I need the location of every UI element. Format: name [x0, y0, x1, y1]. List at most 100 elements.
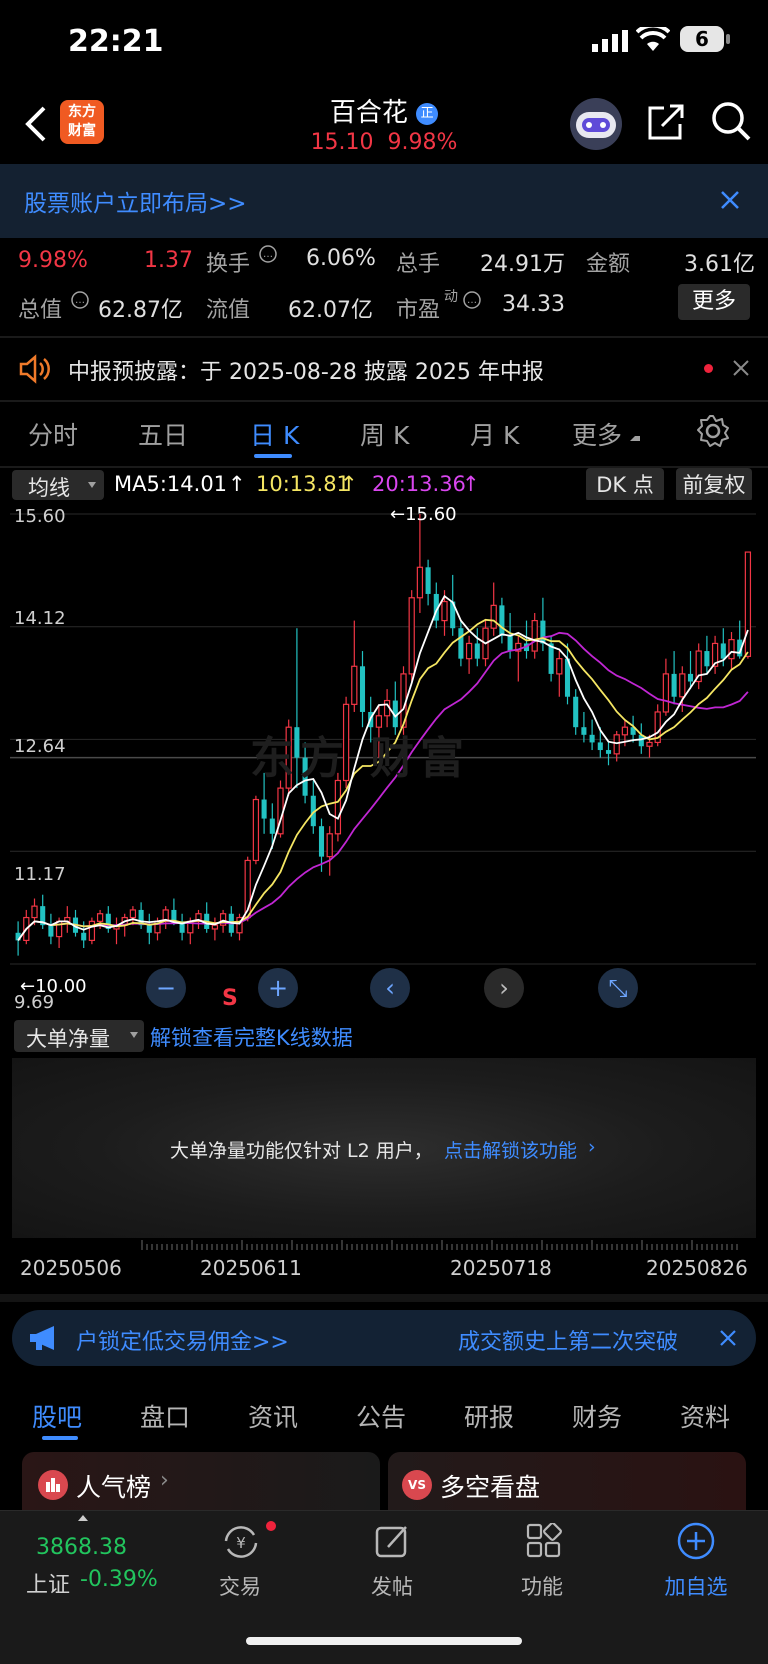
high-annotation: ←15.60 [390, 504, 457, 525]
candle-body [146, 925, 152, 933]
promo-banner[interactable]: 股票账户立即布局>> [0, 164, 768, 238]
tab-five-day[interactable]: 五日 [138, 416, 188, 452]
svg-text:…: … [263, 249, 273, 260]
promo-text: 股票账户立即布局>> [24, 191, 247, 217]
chart-icon [38, 1470, 68, 1500]
tab-daily-k[interactable]: 日 K [250, 416, 299, 452]
candle-body [129, 909, 137, 919]
ma10-arrow: ↑ [340, 472, 358, 496]
close-icon[interactable] [733, 360, 749, 376]
candle-body [597, 742, 603, 751]
settings-icon[interactable] [696, 414, 730, 448]
dk-button[interactable]: DK 点 [586, 468, 664, 502]
caret-up-icon [78, 1515, 88, 1521]
unlock-kline-link[interactable]: 解锁查看完整K线数据 [150, 1022, 353, 1052]
ma10-value: 10:13.81 [256, 472, 350, 496]
ma20-value: 20:13.36 [372, 472, 466, 496]
wifi-icon [636, 27, 670, 51]
ma-select[interactable]: 均线 [12, 470, 104, 500]
close-icon[interactable] [720, 190, 740, 210]
megaphone-icon [30, 1326, 54, 1350]
tab-profile[interactable]: 资料 [680, 1398, 730, 1434]
candle-body [499, 605, 505, 636]
tab-news[interactable]: 资讯 [248, 1398, 298, 1434]
post-icon[interactable] [374, 1523, 412, 1561]
candle-body [31, 905, 38, 919]
stat-pe-label: 市盈 [396, 298, 441, 323]
tab-weekly-k[interactable]: 周 K [360, 416, 409, 452]
dropdown-icon [88, 482, 96, 488]
tab-monthly-k[interactable]: 月 K [470, 416, 519, 452]
next-button[interactable]: › [484, 968, 524, 1008]
tab-announcements[interactable]: 公告 [356, 1398, 406, 1434]
signal-icon [592, 30, 628, 52]
stat-turnover: 6.06% [306, 246, 376, 271]
candle-body [720, 643, 726, 659]
svg-text:…: … [75, 295, 85, 306]
time-ticks [141, 1240, 738, 1250]
nav-post[interactable]: 发帖 [332, 1571, 452, 1601]
trade-icon[interactable]: ¥ [220, 1523, 262, 1561]
indicator-select[interactable]: 大单净量 [14, 1020, 144, 1052]
candle-body [687, 673, 694, 682]
notice-bar[interactable]: 中报预披露：于 2025-08-28 披露 2025 年中报 [0, 338, 768, 400]
margin-badge: 正 [416, 103, 439, 125]
candle-body [671, 673, 677, 697]
zoom-out-button[interactable]: − [146, 968, 186, 1008]
candle-body [662, 673, 670, 713]
nav-trade[interactable]: 交易 [180, 1571, 300, 1601]
info-icon[interactable]: … [462, 290, 482, 310]
candle-body [744, 551, 752, 657]
ma5-value: MA5:14.01 [114, 472, 228, 496]
ticker-text-right: 成交额史上第二次突破 [458, 1330, 679, 1355]
vs-icon: VS [402, 1470, 432, 1500]
candle-body [81, 932, 87, 941]
nav-function[interactable]: 功能 [482, 1571, 602, 1601]
adjust-button[interactable]: 前复权 [676, 468, 752, 502]
apps-icon[interactable] [526, 1523, 562, 1559]
candle-body [646, 741, 653, 747]
stat-total-value: 62.87亿 [98, 298, 183, 323]
robot-assistant-icon[interactable] [570, 98, 622, 150]
nav-add-watchlist[interactable]: 加自选 [636, 1571, 756, 1601]
tab-forum[interactable]: 股吧 [32, 1398, 82, 1434]
zoom-in-button[interactable]: + [258, 968, 298, 1008]
sell-signal: S [222, 986, 238, 1011]
stat-amount-label: 金额 [586, 252, 631, 277]
info-icon[interactable]: … [258, 244, 278, 264]
candle-body [318, 826, 325, 857]
index-value[interactable]: 3868.38 [36, 1535, 127, 1560]
low-annotation: ←10.00 [20, 976, 87, 997]
index-name[interactable]: 上证 [26, 1567, 70, 1599]
status-time: 22:21 [68, 24, 164, 59]
speaker-icon [19, 354, 50, 384]
date-label-1: 20250506 [20, 1256, 122, 1280]
candle-body [408, 597, 415, 675]
candle-body [88, 920, 96, 941]
share-icon[interactable] [646, 102, 686, 142]
close-icon[interactable] [720, 1330, 736, 1346]
more-button[interactable]: 更多 [678, 284, 750, 320]
search-icon[interactable] [710, 100, 752, 142]
tab-research[interactable]: 研报 [464, 1398, 514, 1434]
stat-float-value: 62.07亿 [288, 298, 373, 323]
locked-text: 大单净量功能仅针对 L2 用户， [170, 1140, 433, 1162]
unlock-feature-link[interactable]: 点击解锁该功能 [444, 1136, 577, 1163]
candle-body [441, 600, 448, 622]
dk-label: DK 点 [596, 473, 654, 497]
tab-indicator [42, 1436, 78, 1440]
index-change[interactable]: -0.39% [80, 1567, 158, 1592]
watermark-1: 东方 [250, 733, 350, 784]
tab-finance[interactable]: 财务 [572, 1398, 622, 1434]
tab-timeshare[interactable]: 分时 [28, 416, 78, 452]
candle-body [531, 619, 538, 652]
prev-button[interactable]: ‹ [370, 968, 410, 1008]
tab-orderbook[interactable]: 盘口 [140, 1398, 190, 1434]
candle-body [458, 628, 464, 659]
fullscreen-button[interactable]: ⤡ [598, 968, 638, 1008]
info-icon[interactable]: … [70, 290, 90, 310]
ticker-bar[interactable]: 户锁定低交易佣金>> 成交额史上第二次突破 [12, 1310, 756, 1366]
tab-more[interactable]: 更多 [572, 416, 622, 452]
bull-bear-label: 多空看盘 [440, 1473, 541, 1502]
add-watchlist-icon[interactable] [676, 1521, 716, 1561]
